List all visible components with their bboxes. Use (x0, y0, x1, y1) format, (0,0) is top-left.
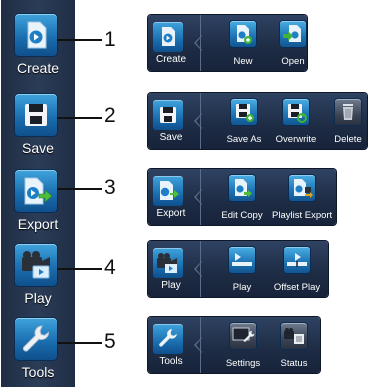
callout-number: 3 (104, 176, 116, 199)
toolbar-item-play[interactable]: Play (1, 238, 75, 315)
delete-button[interactable]: Delete (328, 99, 368, 145)
option-label: Playlist Export (272, 210, 333, 221)
toolbar-item-tools[interactable]: Tools (1, 312, 75, 389)
option-label: Delete (334, 134, 362, 145)
open-button[interactable]: Open (268, 21, 318, 67)
save-icon (15, 94, 57, 136)
callout-line (57, 342, 102, 344)
submenu-title: Play (161, 280, 181, 291)
toolbar-item-label: Save (22, 140, 54, 156)
tools-submenu: Tools Settings Status (148, 317, 320, 373)
toolbar-item-label: Export (17, 216, 59, 232)
callout-number: 2 (104, 104, 116, 127)
option-label: Offset Play (273, 282, 321, 293)
status-icon (281, 323, 307, 349)
export-submenu: Export Edit Copy Playlist Export (148, 169, 336, 225)
settings-icon (230, 323, 256, 349)
tools-icon (15, 318, 57, 360)
create-icon (15, 14, 57, 56)
toolbar-item-create[interactable]: Create (1, 8, 75, 85)
edit-copy-button[interactable]: Edit Copy (214, 175, 270, 221)
play-icon (153, 248, 183, 278)
play-icon (15, 244, 57, 286)
toolbar-item-save[interactable]: Save (1, 88, 75, 165)
submenu-title: Save (159, 132, 183, 143)
callout-line (57, 188, 102, 190)
option-label: New (233, 56, 253, 67)
option-label: Save As (226, 134, 262, 145)
play-button[interactable]: Play (222, 247, 262, 293)
submenu-title: Create (155, 54, 186, 65)
callout-line (57, 39, 102, 41)
offset-play-icon (284, 247, 310, 273)
playlist-export-button[interactable]: Playlist Export (272, 175, 332, 221)
settings-button[interactable]: Settings (218, 323, 268, 369)
save-as-icon (231, 99, 257, 125)
callout-number: 5 (104, 330, 116, 353)
toolbar-item-label: Tools (21, 364, 55, 380)
save-as-button[interactable]: Save As (221, 99, 267, 145)
callout-line (57, 268, 102, 270)
save-submenu: Save Save As Overwrite Delete (148, 93, 367, 149)
option-label: Play (232, 282, 252, 293)
play-timeline-icon (229, 247, 255, 273)
callout-line (57, 117, 102, 119)
new-button[interactable]: New (218, 21, 268, 67)
trash-icon (335, 99, 361, 125)
export-icon (15, 170, 57, 212)
overwrite-icon (283, 99, 309, 125)
option-label: Edit Copy (221, 210, 263, 221)
edit-copy-icon (229, 175, 255, 201)
option-label: Overwrite (275, 134, 317, 145)
status-button[interactable]: Status (272, 323, 316, 369)
play-submenu: Play Play Offset Play (148, 241, 328, 297)
callout-number: 4 (104, 256, 116, 279)
create-icon (153, 22, 183, 52)
export-icon (153, 176, 183, 206)
option-label: Settings (225, 358, 261, 369)
open-file-icon (280, 21, 306, 47)
new-file-icon (230, 21, 256, 47)
playlist-export-icon (289, 175, 315, 201)
save-icon (153, 100, 183, 130)
create-submenu: Create New Open (148, 15, 307, 71)
callout-number: 1 (104, 28, 116, 51)
offset-play-button[interactable]: Offset Play (266, 247, 328, 293)
option-label: Open (281, 56, 305, 67)
option-label: Status (280, 358, 308, 369)
overwrite-button[interactable]: Overwrite (271, 99, 321, 145)
toolbar-item-label: Create (16, 60, 60, 76)
toolbar-item-export[interactable]: Export (1, 164, 75, 241)
submenu-title: Tools (159, 356, 183, 367)
main-toolbar: Create Save Export Play Tools (1, 0, 75, 387)
tools-icon (153, 324, 183, 354)
toolbar-item-label: Play (24, 290, 52, 306)
submenu-title: Export (156, 208, 186, 219)
